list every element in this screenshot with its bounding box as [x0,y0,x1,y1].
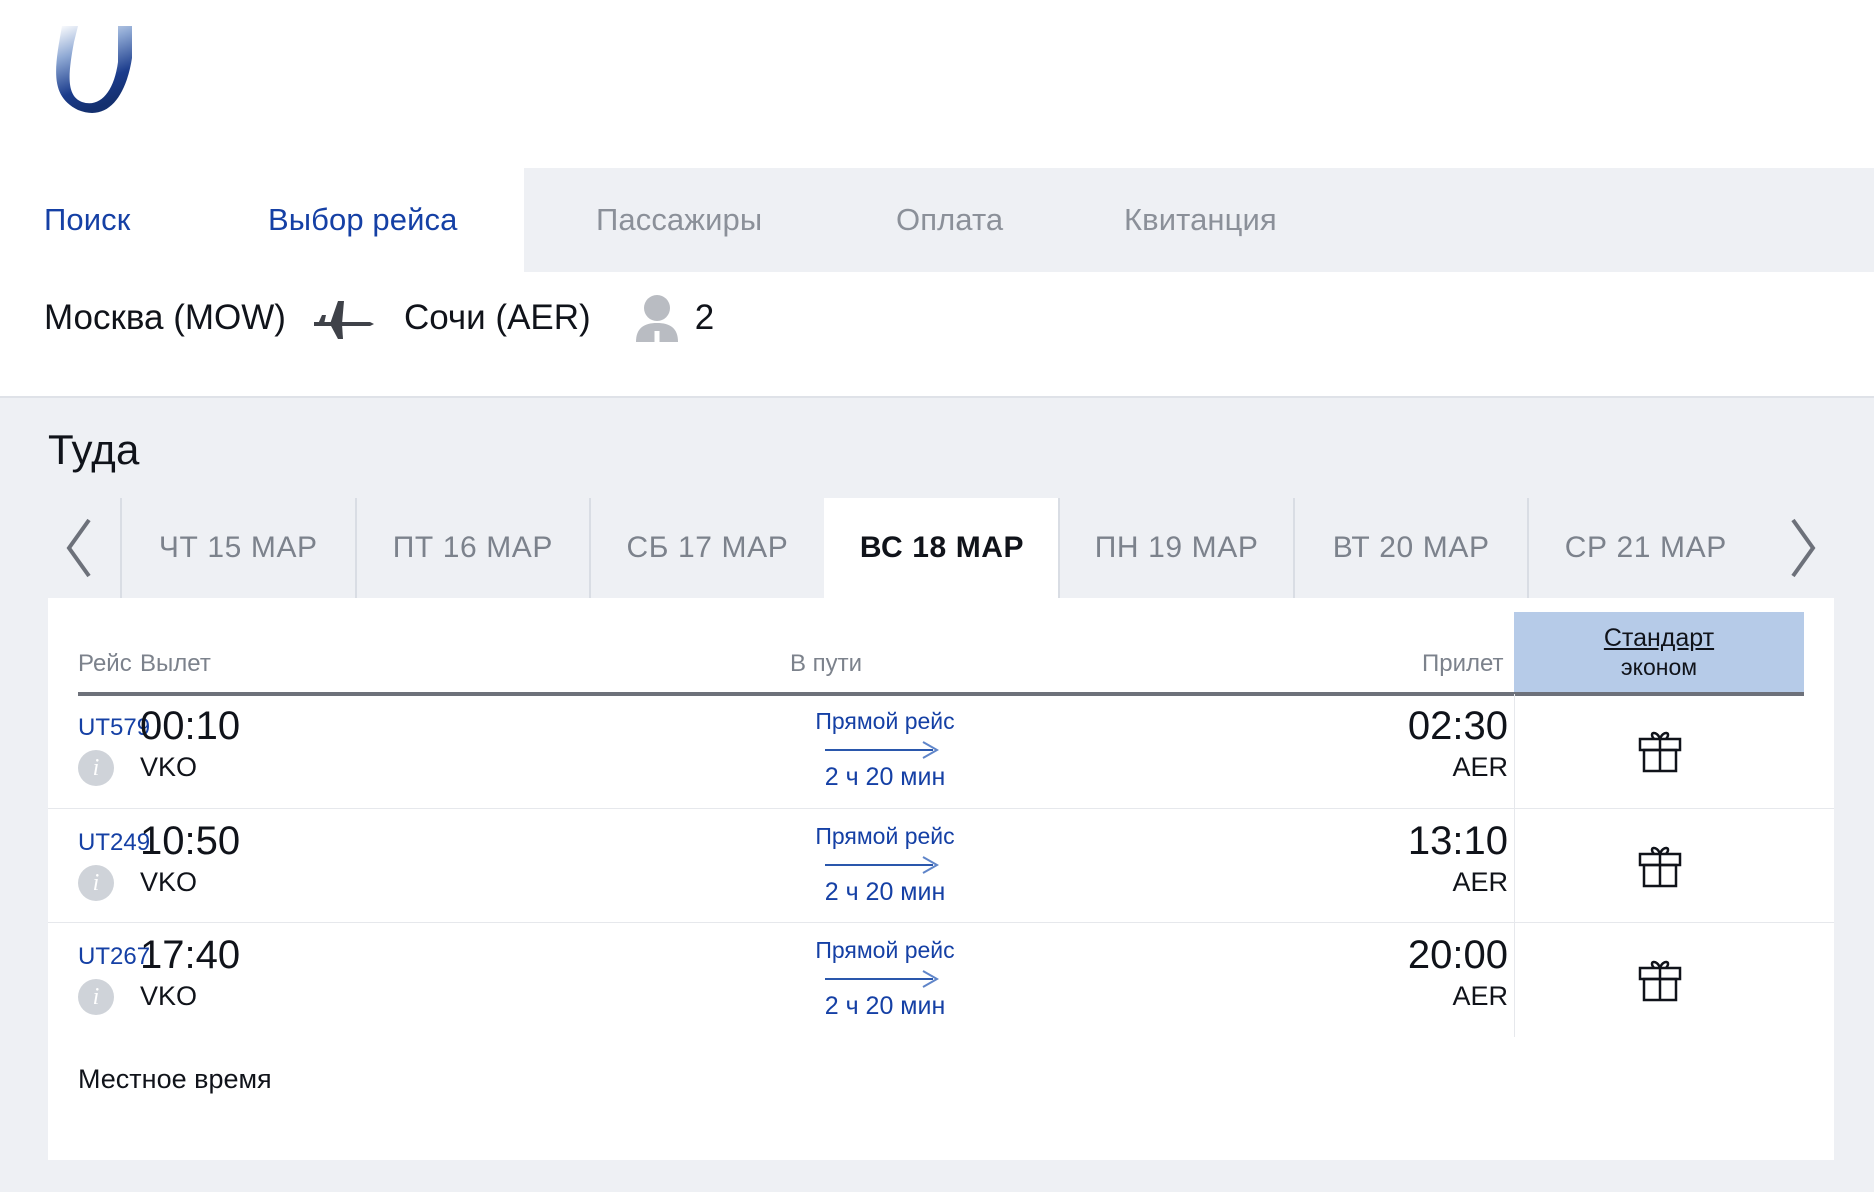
nav-search-label: Поиск [44,202,131,237]
arrival-time: 20:00 [1407,933,1508,977]
local-time-note: Местное время [78,1064,272,1094]
date-cell-6[interactable]: СР 21 МАР [1527,498,1763,598]
nav-payment-label: Оплата [896,202,1004,237]
gift-icon [1636,843,1684,889]
progress-tabs: Поиск Выбор рейса Пассажиры Оплата Квита… [0,168,1874,272]
route-destination: Сочи (AER) [403,298,591,337]
duration-block: Прямой рейс 2 ч 20 мин [790,937,980,1021]
nav-passengers[interactable]: Пассажиры [596,168,762,272]
date-cell-1-label: ПТ 16 МАР [392,531,554,564]
date-cell-0-label: ЧТ 15 МАР [158,531,318,564]
gift-icon [1636,728,1684,774]
info-icon[interactable]: i [78,865,114,901]
header-flight: Рейс [78,650,132,677]
date-cell-4[interactable]: ПН 19 МАР [1058,498,1293,598]
duration-block: Прямой рейс 2 ч 20 мин [790,708,980,792]
duration-value: 2 ч 20 мин [824,878,946,906]
arrow-right-icon [825,854,945,876]
table-header-row: Рейс Вылет В пути Прилет Стандарт эконом [48,598,1834,696]
nav-receipt[interactable]: Квитанция [1124,168,1277,272]
header-duration: В пути [790,650,863,677]
nav-flight-select-label: Выбор рейса [268,202,458,237]
airplane-icon [312,295,378,341]
date-cell-list: ЧТ 15 МАР ПТ 16 МАР СБ 17 МАР ВС 18 МАР … [120,498,1763,598]
fare-cell[interactable] [1514,923,1804,1037]
duration-value: 2 ч 20 мин [824,763,946,791]
departure-airport-code: VKO [140,867,198,897]
departure-airport-code: VKO [140,981,198,1011]
departure-time: 00:10 [140,704,241,748]
date-cell-0[interactable]: ЧТ 15 МАР [120,498,355,598]
header-bar [0,0,1874,168]
duration-value: 2 ч 20 мин [824,992,946,1020]
gift-icon [1636,957,1684,1003]
route-summary: Москва (MOW) Сочи (AER) 2 [0,272,1874,396]
date-next-button[interactable] [1770,498,1834,598]
date-cell-4-label: ПН 19 МАР [1094,531,1259,564]
arrival-time: 13:10 [1407,819,1508,863]
date-cell-2[interactable]: СБ 17 МАР [589,498,824,598]
date-cell-2-label: СБ 17 МАР [626,531,789,564]
duration-block: Прямой рейс 2 ч 20 мин [790,823,980,907]
header-departure: Вылет [140,650,211,677]
chevron-left-icon [63,516,97,580]
date-cell-5[interactable]: ВТ 20 МАР [1292,498,1528,598]
flights-table: Рейс Вылет В пути Прилет Стандарт эконом… [48,598,1834,1146]
date-prev-button[interactable] [48,498,112,598]
date-cell-3-selected[interactable]: ВС 18 МАР [823,498,1059,598]
info-icon[interactable]: i [78,979,114,1015]
fare-cell[interactable] [1514,694,1804,808]
arrival-airport-code: AER [1452,752,1508,782]
departure-time: 10:50 [140,819,241,863]
departure-airport-code: VKO [140,752,198,782]
results-panel: Туда ЧТ 15 МАР ПТ 16 МАР СБ 17 МАР ВС 18… [0,396,1874,1192]
direct-flight-label: Прямой рейс [815,823,955,849]
arrival-airport-code: AER [1452,981,1508,1011]
date-cell-6-label: СР 21 МАР [1564,531,1727,564]
date-strip: ЧТ 15 МАР ПТ 16 МАР СБ 17 МАР ВС 18 МАР … [48,498,1834,598]
date-cell-1[interactable]: ПТ 16 МАР [354,498,590,598]
direction-heading: Туда [48,426,140,473]
nav-payment[interactable]: Оплата [896,168,1003,272]
arrival-airport-code: AER [1452,867,1508,897]
fare-cell[interactable] [1514,809,1804,923]
nav-flight-select[interactable]: Выбор рейса [268,168,457,272]
direct-flight-label: Прямой рейс [815,937,955,963]
table-row[interactable]: UT579 i 00:10 VKO Прямой рейс 2 ч 20 мин [48,694,1834,808]
table-row[interactable]: UT249 i 10:50 VKO Прямой рейс 2 ч 20 мин [48,808,1834,923]
passenger-icon [635,294,679,342]
date-cell-3-label: ВС 18 МАР [859,531,1025,564]
fare-column-header[interactable]: Стандарт эконом [1514,612,1804,694]
nav-receipt-label: Квитанция [1124,202,1277,237]
passenger-summary[interactable]: 2 [635,294,714,342]
utair-logo[interactable] [42,18,152,126]
nav-search[interactable]: Поиск [44,168,130,272]
page-root: Поиск Выбор рейса Пассажиры Оплата Квита… [0,0,1874,1192]
table-footer: Местное время [48,1036,1834,1146]
direct-flight-label: Прямой рейс [815,708,955,734]
route-origin: Москва (MOW) [44,298,286,337]
date-cell-5-label: ВТ 20 МАР [1332,531,1490,564]
arrow-right-icon [825,739,945,761]
arrow-right-icon [825,968,945,990]
info-icon[interactable]: i [78,750,114,786]
departure-time: 17:40 [140,933,241,977]
header-arrival: Прилет [1422,650,1504,677]
arrival-time: 02:30 [1407,704,1508,748]
table-row[interactable]: UT267 i 17:40 VKO Прямой рейс 2 ч 20 мин [48,922,1834,1037]
nav-passengers-label: Пассажиры [596,202,763,237]
chevron-right-icon [1785,516,1819,580]
fare-column-title: Стандарт [1603,624,1715,653]
flights-card: Рейс Вылет В пути Прилет Стандарт эконом… [48,598,1834,1160]
passenger-count: 2 [694,298,715,337]
fare-column-subtitle: эконом [1620,654,1698,680]
